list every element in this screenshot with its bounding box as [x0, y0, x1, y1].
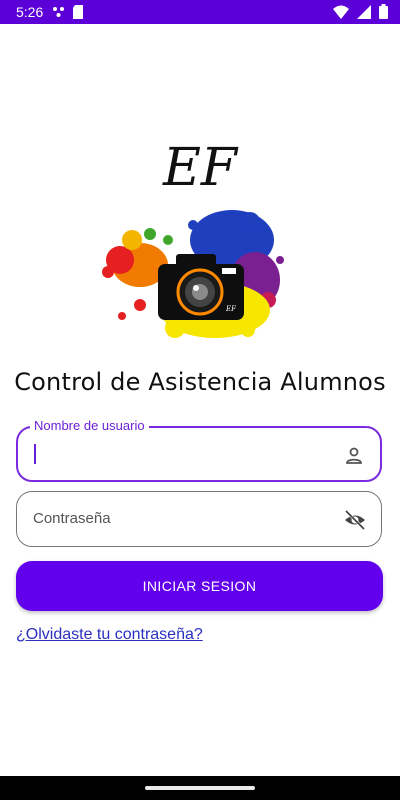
sd-card-icon [73, 5, 83, 19]
app-logo: EF EF [0, 130, 400, 370]
password-field[interactable]: Contraseña [16, 491, 382, 547]
login-button[interactable]: INICIAR SESION [16, 561, 383, 611]
battery-icon [379, 4, 388, 19]
home-gesture-handle[interactable] [145, 786, 255, 790]
camera-paint-splash-icon [102, 210, 284, 338]
navigation-bar [0, 776, 400, 800]
signal-icon [357, 4, 371, 19]
wifi-icon [333, 5, 349, 19]
text-cursor [34, 444, 36, 464]
app-title: Control de Asistencia Alumnos [14, 368, 386, 396]
username-field[interactable]: Nombre de usuario [16, 418, 382, 482]
notification-dots-icon [53, 7, 64, 17]
forgot-password-link[interactable]: ¿Olvidaste tu contraseña? [16, 626, 203, 644]
username-label: Nombre de usuario [30, 418, 149, 433]
status-time: 5:26 [16, 4, 44, 20]
person-icon [346, 447, 362, 464]
status-bar: 5:26 [0, 0, 400, 24]
camera-badge-text: EF [226, 305, 236, 313]
password-placeholder: Contraseña [33, 510, 111, 527]
eye-off-icon[interactable] [343, 508, 367, 532]
